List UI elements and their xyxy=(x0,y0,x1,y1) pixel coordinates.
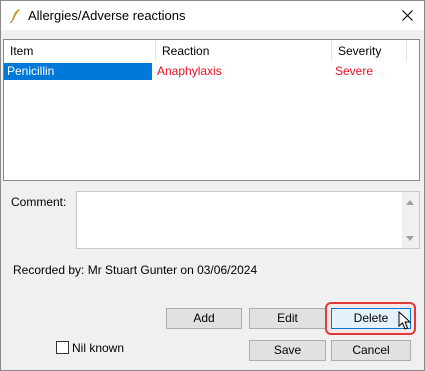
comment-label: Comment: xyxy=(11,195,67,209)
allergies-dialog: Allergies/Adverse reactions Item Reactio… xyxy=(0,0,425,371)
column-header-severity[interactable]: Severity xyxy=(332,40,407,61)
comment-input[interactable] xyxy=(76,191,420,249)
save-button[interactable]: Save xyxy=(249,340,326,361)
cell-severity: Severe xyxy=(335,64,374,78)
nil-known-checkbox[interactable] xyxy=(56,341,69,354)
mouse-pointer-icon xyxy=(398,310,412,331)
list-header: Item Reaction Severity xyxy=(4,40,419,61)
cell-reaction: Anaphylaxis xyxy=(157,64,222,78)
allergies-list[interactable]: Item Reaction Severity Penicillin Anaphy… xyxy=(3,39,420,181)
table-row[interactable]: Penicillin Anaphylaxis Severe xyxy=(4,63,419,80)
nil-known-label: Nil known xyxy=(72,341,125,355)
scroll-down-icon[interactable] xyxy=(406,236,414,241)
quill-icon xyxy=(8,8,22,24)
recorded-by-text: Recorded by: Mr Stuart Gunter on 03/06/2… xyxy=(13,263,258,277)
column-header-item[interactable]: Item xyxy=(4,40,156,61)
comment-scrollbar[interactable] xyxy=(402,192,419,248)
column-header-reaction[interactable]: Reaction xyxy=(156,40,332,61)
cancel-button[interactable]: Cancel xyxy=(331,340,411,361)
window-title: Allergies/Adverse reactions xyxy=(28,8,186,23)
title-bar[interactable]: Allergies/Adverse reactions xyxy=(1,1,424,30)
scroll-up-icon[interactable] xyxy=(406,200,414,205)
edit-button[interactable]: Edit xyxy=(249,308,326,329)
close-icon xyxy=(401,10,413,21)
close-button[interactable] xyxy=(390,1,424,30)
cell-item: Penicillin xyxy=(4,63,152,80)
add-button[interactable]: Add xyxy=(166,308,242,329)
